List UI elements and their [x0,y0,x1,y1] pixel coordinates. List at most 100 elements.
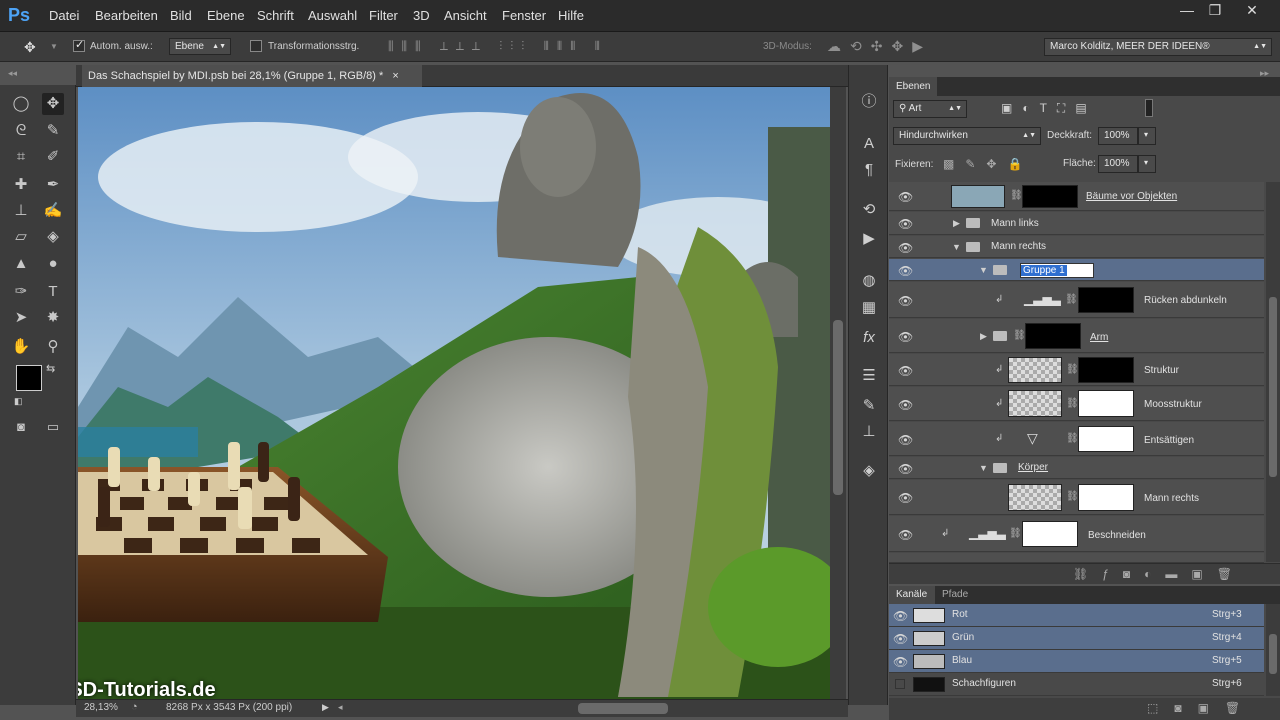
hand-icon[interactable]: ✋ [10,336,32,358]
info-icon[interactable]: ⓘ [857,91,881,113]
layer-row[interactable]: 👁 ↲ ▁▃▅▃ ⛓ Rücken abdunkeln [889,282,1264,318]
dodge-icon[interactable]: ● [42,253,64,275]
character-icon[interactable]: A [857,133,881,155]
visibility-eye-icon[interactable]: 👁 [898,241,913,255]
layer-name[interactable]: Mann rechts [991,241,1046,252]
scroll-left-icon[interactable]: ◂ [338,702,343,713]
layer-row[interactable]: 👁 ↲ ▽ ⛓ Entsättigen [889,422,1264,456]
layer-name[interactable]: Mann links [991,218,1039,229]
type-icon[interactable]: T [42,281,64,303]
visibility-eye-icon[interactable]: 👁 [898,398,913,412]
layer-row[interactable]: 👁 ↲ ⛓ Struktur [889,354,1264,386]
tab-ebenen[interactable]: Ebenen [889,77,937,96]
menu-ansicht[interactable]: Ansicht [444,8,487,23]
layer-filter-dropdown[interactable]: ⚲ Art ▲▼ [893,100,967,118]
foreground-color-swatch[interactable] [16,365,42,391]
channels-scrollbar[interactable] [1266,604,1280,696]
layer-row[interactable]: 👁 ⛓ Mann rechts [889,480,1264,515]
brush-presets-icon[interactable]: ✎ [857,395,881,417]
opacity-input[interactable]: 100% [1098,127,1138,145]
default-colors-icon[interactable]: ◧ [14,396,23,407]
visibility-eye-icon[interactable]: 👁 [898,217,913,231]
menu-datei[interactable]: Datei [49,8,79,23]
transform-controls-checkbox[interactable] [250,40,262,52]
menu-ebene[interactable]: Ebene [207,8,245,23]
info-arrow-icon[interactable]: ▶ [322,702,329,713]
move-tool-icon[interactable]: ✥ [42,93,64,115]
properties-icon[interactable]: ☰ [857,365,881,387]
visibility-eye-icon[interactable]: 👁 [898,491,913,505]
collapse-triangle-icon[interactable]: ▼ [979,265,988,275]
layer-name[interactable]: Moosstruktur [1144,399,1202,410]
layers-scrollbar-thumb[interactable] [1269,297,1277,477]
share-icon[interactable]: ◔ [131,701,138,713]
history-icon[interactable]: ⟲ [857,199,881,221]
pen-icon[interactable]: ✑ [10,281,32,303]
visibility-eye-icon[interactable]: 👁 [898,330,913,344]
layer-group-row[interactable]: 👁 ▼ Mann rechts [889,236,1264,258]
layer-group-row[interactable]: 👁 ▶ Mann links [889,212,1264,235]
path-selection-icon[interactable]: ➤ [10,307,32,329]
document-tab[interactable]: Das Schachspiel by MDI.psb bei 28,1% (Gr… [82,65,422,87]
visibility-eye-icon[interactable]: 👁 [898,364,913,378]
menu-3d[interactable]: 3D [413,8,430,23]
lasso-icon[interactable]: ᘓ [10,120,32,142]
visibility-eye-icon[interactable]: 👁 [898,190,913,204]
menu-filter[interactable]: Filter [369,8,398,23]
visibility-eye-icon[interactable]: 👁 [898,294,913,308]
chevron-down-icon[interactable]: ▼ [50,42,58,51]
restore-button[interactable]: ❐ [1203,2,1227,18]
menu-bild[interactable]: Bild [170,8,192,23]
visibility-eye-icon[interactable]: 👁 [898,528,913,542]
channel-row[interactable]: 👁 Rot Strg+3 [889,604,1264,627]
layer-name[interactable]: Körper [1018,462,1048,473]
layer-name[interactable]: Entsättigen [1144,435,1194,446]
styles-icon[interactable]: ▦ [857,297,881,319]
collapse-triangle-icon[interactable]: ▼ [952,242,961,252]
layer-name[interactable]: Mann rechts [1144,493,1199,504]
eraser-icon[interactable]: ▱ [10,226,32,248]
menu-bearbeiten[interactable]: Bearbeiten [95,8,158,23]
visibility-eye-icon[interactable]: 👁 [898,264,913,278]
blur-icon[interactable]: ▲ [10,253,32,275]
channel-row[interactable]: 👁 Grün Strg+4 [889,627,1264,650]
minimize-button[interactable]: — [1175,2,1199,18]
close-window-button[interactable]: ✕ [1240,2,1264,18]
clone-stamp-icon[interactable]: ⊥ [10,200,32,222]
3d-mode-icons[interactable]: ☁⟲✣✥▶ [827,38,932,55]
menu-hilfe[interactable]: Hilfe [558,8,584,23]
layer-name[interactable]: Rücken abdunkeln [1144,295,1227,306]
brush-icon[interactable]: ✒ [42,174,64,196]
visibility-eye-icon[interactable]: 👁 [893,609,908,623]
elliptical-marquee-icon[interactable]: ◯ [10,93,32,115]
horizontal-scrollbar-thumb[interactable] [578,703,668,714]
lock-icons[interactable]: ▩✎✥🔒 [943,157,1033,171]
layer-name-edit-field[interactable]: Gruppe 1 [1020,263,1094,278]
fill-slider-toggle[interactable]: ▾ [1138,155,1156,173]
layer-group-row-selected[interactable]: 👁 ▼ Gruppe 1 [889,259,1264,281]
visibility-eye-icon[interactable]: 👁 [898,433,913,447]
layers-scrollbar[interactable] [1266,182,1280,562]
eyedropper-icon[interactable]: ✐ [42,146,64,168]
auto-select-target-dropdown[interactable]: Ebene ▲▼ [169,38,231,55]
expand-triangle-icon[interactable]: ▶ [953,218,960,229]
3d-icon[interactable]: ◈ [857,460,881,482]
channel-footer-icons[interactable]: ⬚◙▣🗑 [1147,701,1256,715]
healing-brush-icon[interactable]: ✚ [10,174,32,196]
quick-mask-icon[interactable]: ◙ [10,416,32,438]
channel-row[interactable]: Schachfiguren Strg+6 [889,673,1264,696]
zoom-icon[interactable]: ⚲ [42,336,64,358]
history-brush-icon[interactable]: ✍ [42,200,64,222]
filter-toggle[interactable] [1145,99,1153,117]
paint-bucket-icon[interactable]: ◈ [42,226,64,248]
layer-row[interactable]: 👁 ↲ ⛓ Moosstruktur [889,387,1264,421]
collapse-panel-icon[interactable]: ◂◂ [8,68,17,79]
tab-kanaele[interactable]: Kanäle [889,586,935,604]
move-tool-icon[interactable]: ✥ [24,39,36,56]
scrollbar-thumb[interactable] [833,320,843,495]
collapse-triangle-icon[interactable]: ▼ [979,463,988,473]
channel-row[interactable]: 👁 Blau Strg+5 [889,650,1264,673]
auto-select-checkbox[interactable]: ✓ [73,39,85,52]
layer-group-row[interactable]: 👁 ▶ ⛓ Arm [889,319,1264,353]
custom-shape-icon[interactable]: ✸ [42,307,64,329]
